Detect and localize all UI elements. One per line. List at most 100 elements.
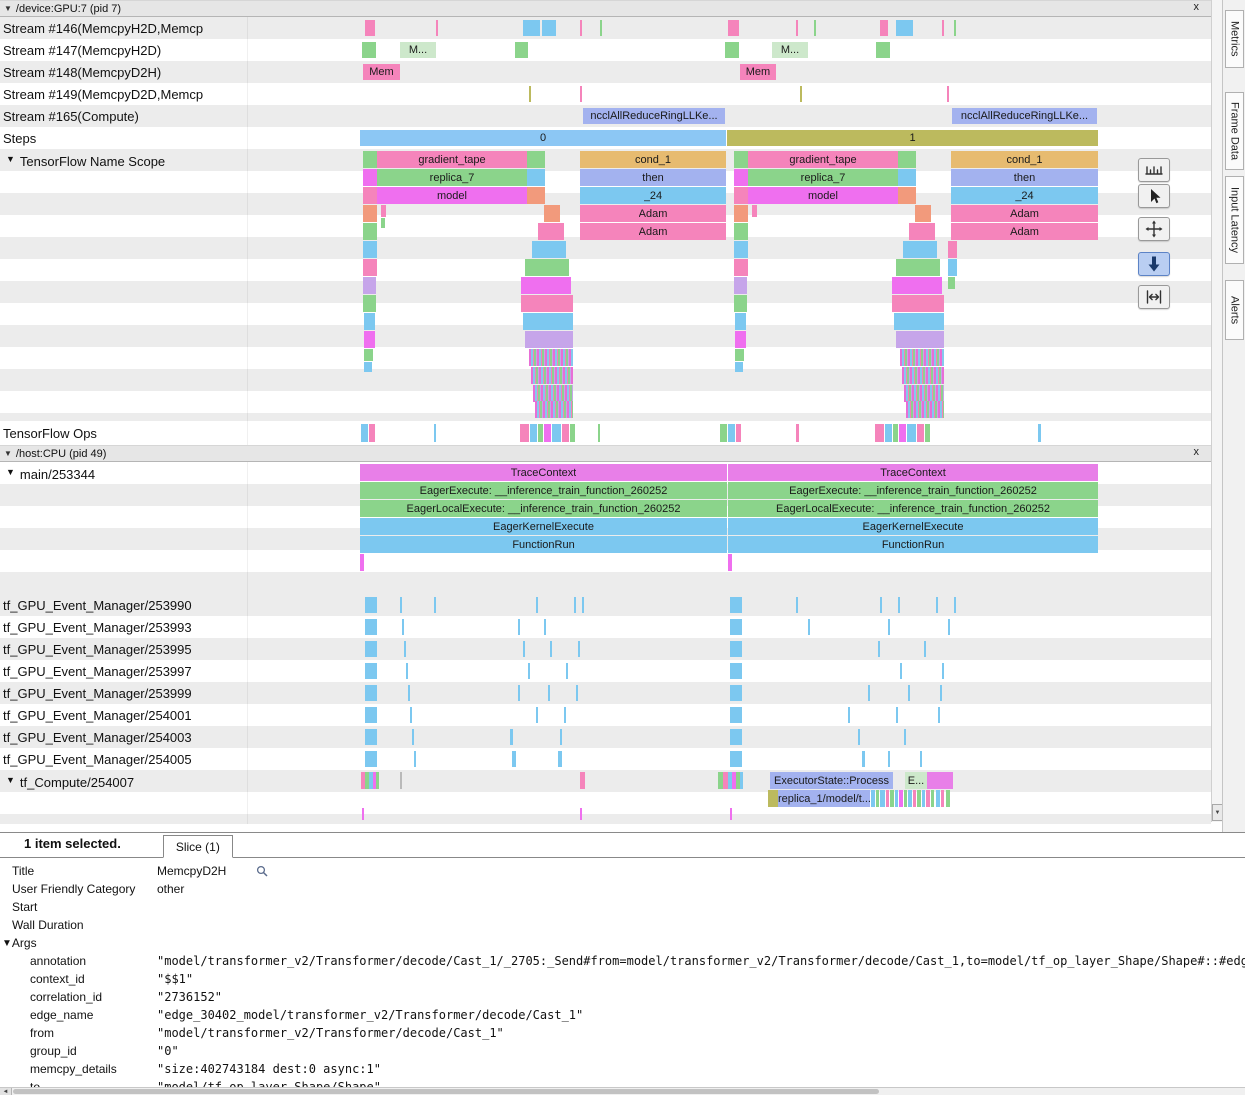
trace-event[interactable] [527, 187, 545, 204]
timeline-track[interactable]: M...M... [248, 39, 1211, 61]
trace-event[interactable] [369, 424, 375, 442]
trace-event[interactable] [536, 597, 538, 613]
timeline-track[interactable] [248, 83, 1211, 105]
trace-event[interactable] [515, 42, 528, 58]
trace-event[interactable] [740, 772, 743, 789]
trace-event[interactable] [734, 277, 747, 294]
trace-event[interactable]: EagerLocalExecute: __inference_train_fun… [360, 500, 727, 517]
trace-event[interactable] [906, 401, 944, 418]
trace-event[interactable] [528, 663, 530, 679]
trace-event[interactable] [886, 790, 889, 807]
trace-event[interactable] [947, 86, 949, 102]
trace-event[interactable] [562, 424, 569, 442]
trace-event[interactable] [544, 619, 546, 635]
trace-event[interactable] [915, 205, 931, 222]
trace-event[interactable] [362, 42, 376, 58]
trace-event[interactable]: _24 [580, 187, 726, 204]
trace-event[interactable] [412, 729, 414, 745]
trace-event[interactable]: EagerKernelExecute [360, 518, 727, 535]
trace-event[interactable] [525, 259, 569, 276]
trace-event[interactable] [580, 808, 582, 820]
close-icon[interactable]: x [1194, 1, 1200, 13]
trace-event[interactable] [730, 685, 742, 701]
trace-event[interactable] [728, 20, 739, 36]
trace-event[interactable]: EagerKernelExecute [728, 518, 1098, 535]
trace-event[interactable] [858, 729, 860, 745]
trace-event[interactable] [954, 20, 956, 36]
timeline-track[interactable] [248, 421, 1211, 445]
trace-event[interactable] [800, 86, 802, 102]
trace-event[interactable] [363, 277, 376, 294]
trace-event[interactable] [365, 641, 377, 657]
trace-event[interactable] [544, 205, 560, 222]
trace-event[interactable] [520, 424, 529, 442]
trace-event[interactable] [878, 641, 880, 657]
trace-event[interactable]: Mem [740, 64, 776, 80]
args-toggle[interactable]: ▼Args [0, 934, 1245, 952]
trace-event[interactable] [899, 790, 903, 807]
trace-event[interactable] [406, 663, 408, 679]
trace-event[interactable] [434, 597, 436, 613]
trace-event[interactable]: EagerExecute: __inference_train_function… [728, 482, 1098, 499]
trace-event[interactable] [920, 751, 922, 767]
trace-event[interactable] [402, 619, 404, 635]
trace-event[interactable]: ncclAllReduceRingLLKe... [583, 108, 725, 124]
trace-event[interactable] [814, 20, 816, 36]
trace-event[interactable] [922, 790, 925, 807]
trace-event[interactable] [542, 20, 556, 36]
trace-event[interactable] [532, 241, 566, 258]
trace-event[interactable] [892, 295, 944, 312]
timeline-track[interactable]: MemMem [248, 61, 1211, 83]
trace-event[interactable] [730, 619, 742, 635]
trace-event[interactable]: M... [772, 42, 808, 58]
trace-event[interactable] [898, 187, 916, 204]
collapse-arrow[interactable]: ▼ [6, 467, 15, 477]
trace-event[interactable] [796, 597, 798, 613]
row-label[interactable]: ▼TensorFlow Name Scope [0, 149, 248, 421]
trace-event[interactable] [926, 790, 930, 807]
trace-event[interactable] [862, 751, 865, 767]
trace-event[interactable] [735, 362, 743, 372]
trace-event[interactable] [735, 331, 746, 348]
trace-event[interactable] [529, 349, 573, 366]
trace-event[interactable] [512, 751, 516, 767]
trace-event[interactable]: Adam [580, 223, 726, 240]
trace-event[interactable] [900, 349, 944, 366]
trace-event[interactable] [400, 772, 402, 789]
trace-event[interactable] [734, 223, 748, 240]
trace-event[interactable] [907, 424, 916, 442]
trace-event[interactable] [730, 808, 732, 820]
timeline-track[interactable] [248, 17, 1211, 39]
trace-event[interactable] [917, 790, 921, 807]
trace-event[interactable] [434, 424, 436, 442]
timeline-track[interactable] [248, 594, 1211, 616]
trace-event[interactable] [898, 169, 916, 186]
timeline-track[interactable] [248, 704, 1211, 726]
trace-event[interactable] [893, 424, 898, 442]
trace-event[interactable]: model [377, 187, 527, 204]
trace-event[interactable] [904, 729, 906, 745]
trace-event[interactable] [900, 663, 902, 679]
trace-event[interactable] [376, 772, 379, 789]
trace-event[interactable] [898, 597, 900, 613]
trace-event[interactable] [580, 20, 582, 36]
trace-event[interactable] [734, 187, 748, 204]
trace-event[interactable] [523, 641, 525, 657]
trace-event[interactable]: ExecutorState::Process [770, 772, 893, 789]
trace-event[interactable] [880, 597, 882, 613]
trace-event[interactable] [734, 259, 748, 276]
trace-event[interactable] [734, 169, 748, 186]
trace-event[interactable] [527, 169, 545, 186]
trace-event[interactable] [942, 663, 944, 679]
trace-event[interactable] [876, 790, 879, 807]
trace-event[interactable]: replica_7 [748, 169, 898, 186]
trace-event[interactable] [752, 205, 757, 217]
trace-event[interactable] [580, 772, 585, 789]
timeline-track[interactable] [248, 638, 1211, 660]
trace-event[interactable] [525, 331, 573, 348]
trace-event[interactable]: _24 [951, 187, 1098, 204]
trace-event[interactable] [908, 685, 910, 701]
trace-event[interactable] [598, 424, 600, 442]
trace-event[interactable] [570, 424, 575, 442]
trace-event[interactable] [381, 205, 386, 217]
